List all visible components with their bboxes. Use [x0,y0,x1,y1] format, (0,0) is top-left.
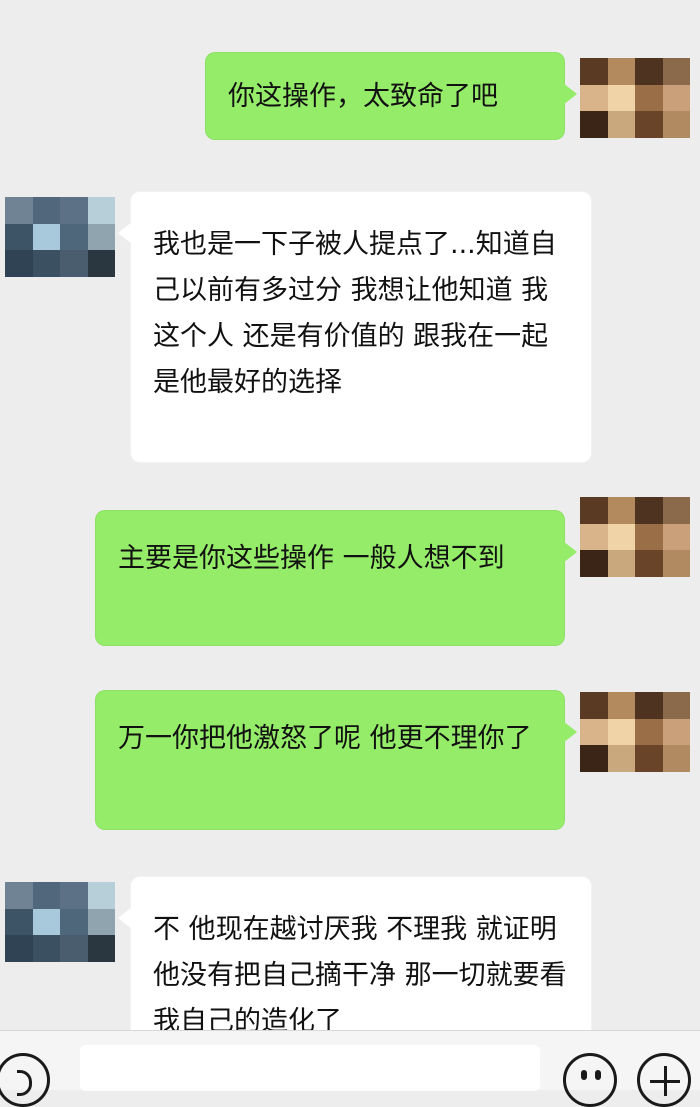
avatar-pixel [635,523,663,551]
avatar-pixel [87,223,115,251]
avatar-pixel [662,58,690,85]
avatar-pixel [60,882,88,909]
my-avatar[interactable] [580,497,690,577]
avatar-pixel [580,58,608,85]
message-input[interactable] [80,1045,540,1091]
avatar-pixel [60,908,88,936]
avatar-pixel [662,111,690,138]
avatar-pixel [607,718,635,746]
avatar-pixel [32,882,60,909]
avatar-pixel [635,718,663,746]
avatar-pixel [607,523,635,551]
avatar-pixel [60,250,88,277]
avatar-pixel [32,935,60,962]
avatar-pixel [635,550,663,577]
avatar-pixel [635,497,663,524]
avatar-pixel [635,84,663,112]
avatar-pixel [5,908,33,936]
message-bubble-outgoing[interactable]: 你这操作，太致命了吧 [205,52,577,140]
avatar-pixel [32,250,60,277]
avatar-pixel [580,84,608,112]
avatar-pixel [60,935,88,962]
avatar-pixel [607,497,635,524]
avatar-pixel [662,550,690,577]
message-bubble-incoming[interactable]: 我也是一下子被人提点了...知道自己以前有多过分 我想让他知道 我这个人 还是有… [118,191,592,463]
avatar-pixel [32,197,60,224]
avatar-pixel [662,497,690,524]
contact-avatar[interactable] [5,882,115,962]
avatar-pixel [580,692,608,719]
avatar-pixel [635,745,663,772]
avatar-pixel [607,745,635,772]
chat-input-bar [0,1030,700,1107]
avatar-pixel [5,250,33,277]
avatar-pixel [607,84,635,112]
my-avatar[interactable] [580,692,690,772]
avatar-pixel [607,692,635,719]
message-bubble-outgoing[interactable]: 万一你把他激怒了呢 他更不理你了 [95,690,577,830]
avatar-pixel [87,882,115,909]
avatar-pixel [607,58,635,85]
avatar-pixel [60,197,88,224]
voice-icon[interactable] [0,1053,50,1107]
avatar-pixel [607,111,635,138]
avatar-pixel [580,718,608,746]
avatar-pixel [662,523,690,551]
avatar-pixel [662,718,690,746]
avatar-pixel [32,223,60,251]
avatar-pixel [5,223,33,251]
avatar-pixel [5,197,33,224]
avatar-pixel [32,908,60,936]
avatar-pixel [60,223,88,251]
chat-area[interactable]: 你这操作，太致命了吧 我也是一下子被人提点了...知道自己以前有多过分 我想让他… [0,0,700,1030]
avatar-pixel [580,550,608,577]
avatar-pixel [635,692,663,719]
message-bubble-outgoing[interactable]: 主要是你这些操作 一般人想不到 [95,510,577,646]
avatar-pixel [662,745,690,772]
avatar-pixel [580,523,608,551]
avatar-pixel [580,497,608,524]
avatar-pixel [635,111,663,138]
avatar-pixel [5,935,33,962]
avatar-pixel [662,692,690,719]
avatar-pixel [87,197,115,224]
avatar-pixel [580,745,608,772]
avatar-pixel [580,111,608,138]
avatar-pixel [87,935,115,962]
avatar-pixel [5,882,33,909]
message-bubble-incoming[interactable]: 不 他现在越讨厌我 不理我 就证明他没有把自己摘干净 那一切就要看我自己的造化了 [118,876,592,1030]
avatar-pixel [635,58,663,85]
avatar-pixel [87,250,115,277]
avatar-pixel [87,908,115,936]
emoji-icon[interactable] [563,1053,617,1107]
avatar-pixel [662,84,690,112]
plus-icon[interactable] [637,1053,691,1107]
my-avatar[interactable] [580,58,690,138]
contact-avatar[interactable] [5,197,115,277]
avatar-pixel [607,550,635,577]
